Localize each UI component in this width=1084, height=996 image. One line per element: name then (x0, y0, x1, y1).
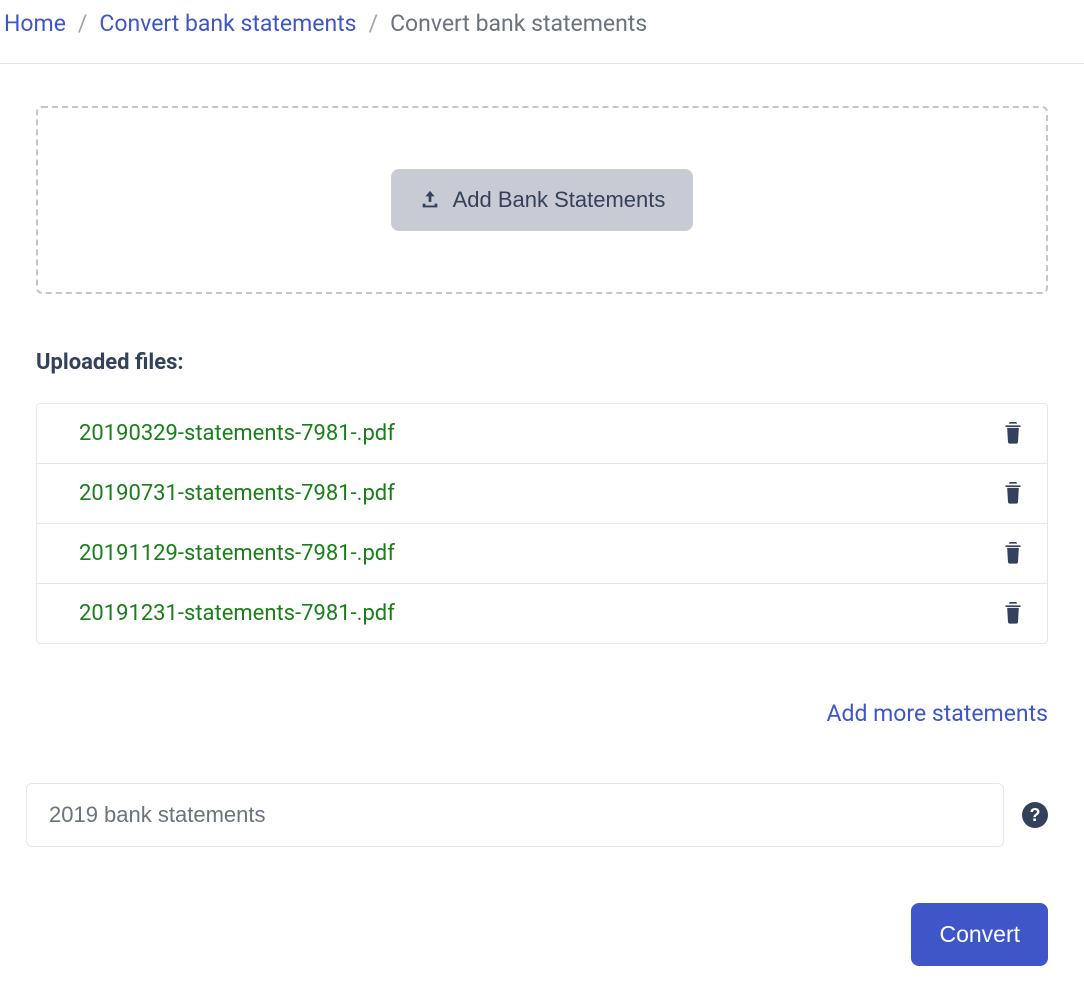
delete-file-button[interactable] (999, 416, 1027, 451)
convert-button[interactable]: Convert (911, 903, 1048, 966)
delete-file-button[interactable] (999, 476, 1027, 511)
delete-file-button[interactable] (999, 536, 1027, 571)
file-row: 20190329-statements-7981-.pdf (37, 404, 1047, 464)
file-dropzone[interactable]: Add Bank Statements (36, 106, 1048, 294)
file-row: 20190731-statements-7981-.pdf (37, 464, 1047, 524)
file-name-link[interactable]: 20191231-statements-7981-.pdf (79, 601, 395, 626)
breadcrumb-separator: / (369, 10, 379, 37)
trash-icon (1003, 420, 1023, 444)
trash-icon (1003, 540, 1023, 564)
trash-icon (1003, 480, 1023, 504)
uploaded-files-header: Uploaded files: (36, 350, 1048, 375)
breadcrumb-home-link[interactable]: Home (4, 10, 66, 37)
file-name-link[interactable]: 20190731-statements-7981-.pdf (79, 481, 395, 506)
upload-icon (419, 189, 441, 211)
add-more-statements-link[interactable]: Add more statements (826, 700, 1048, 727)
output-name-input[interactable] (26, 783, 1004, 847)
file-row: 20191231-statements-7981-.pdf (37, 584, 1047, 643)
breadcrumb-separator: / (78, 10, 88, 37)
add-bank-statements-button[interactable]: Add Bank Statements (391, 169, 694, 231)
file-name-link[interactable]: 20190329-statements-7981-.pdf (79, 421, 395, 446)
breadcrumb: Home / Convert bank statements / Convert… (0, 0, 1084, 64)
trash-icon (1003, 600, 1023, 624)
breadcrumb-convert-link[interactable]: Convert bank statements (99, 10, 356, 37)
file-row: 20191129-statements-7981-.pdf (37, 524, 1047, 584)
delete-file-button[interactable] (999, 596, 1027, 631)
breadcrumb-current: Convert bank statements (390, 10, 647, 37)
help-icon: ? (1030, 805, 1041, 826)
add-button-label: Add Bank Statements (453, 187, 666, 213)
uploaded-file-list: 20190329-statements-7981-.pdf 20190731-s… (36, 403, 1048, 644)
help-button[interactable]: ? (1022, 802, 1048, 828)
file-name-link[interactable]: 20191129-statements-7981-.pdf (79, 541, 395, 566)
